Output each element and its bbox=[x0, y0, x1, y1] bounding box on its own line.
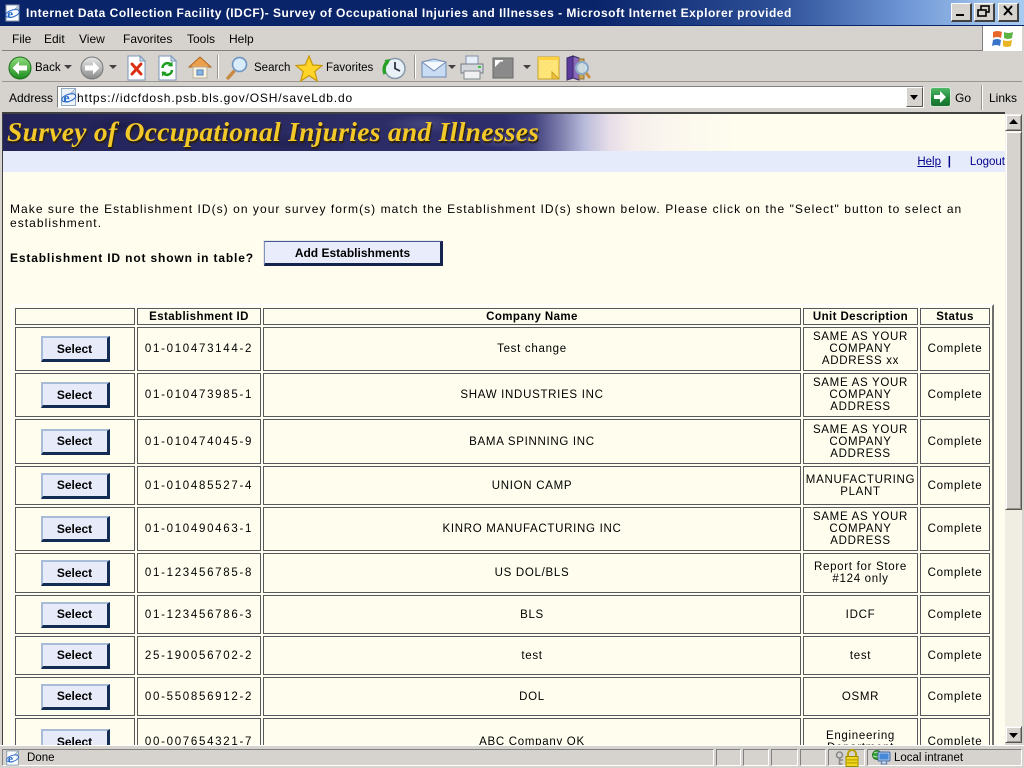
svg-text:e: e bbox=[7, 6, 13, 21]
